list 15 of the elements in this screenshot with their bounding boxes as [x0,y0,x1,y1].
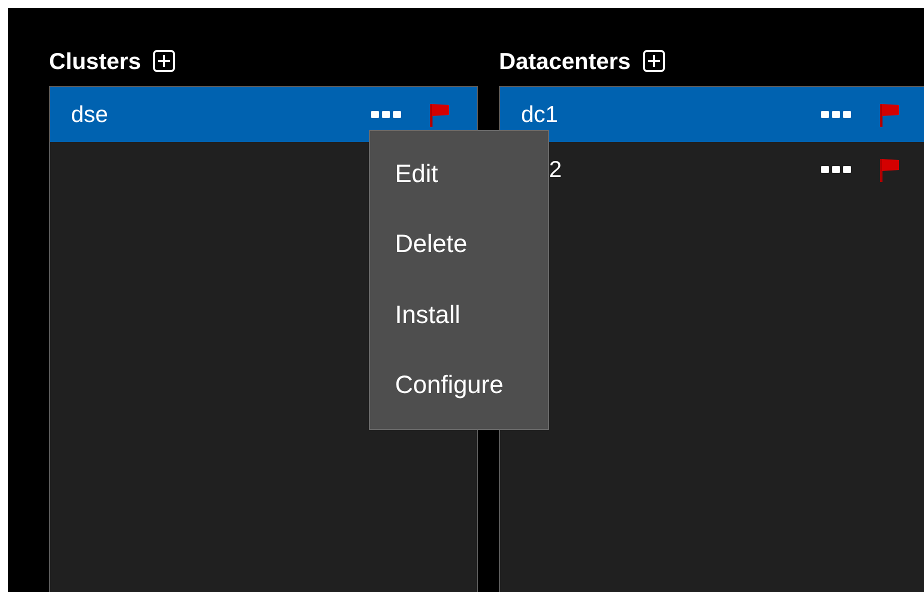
menu-item[interactable]: Configure [370,350,548,421]
panel-title: Datacenters [499,48,631,74]
row-label: 2 [548,156,563,183]
plus-icon [158,55,170,67]
menu-item[interactable]: Delete [370,210,548,280]
flag-icon[interactable] [879,158,899,182]
list-row[interactable]: dc1 [500,87,924,142]
row-label: dc1 [521,101,560,128]
menu-item[interactable]: Install [370,280,548,350]
list-row[interactable]: dse [50,87,477,142]
add-button[interactable] [153,50,176,72]
add-button[interactable] [642,50,665,72]
panel-title: Clusters [49,48,142,74]
plus-icon [648,55,660,67]
row-label: dse [71,101,110,128]
